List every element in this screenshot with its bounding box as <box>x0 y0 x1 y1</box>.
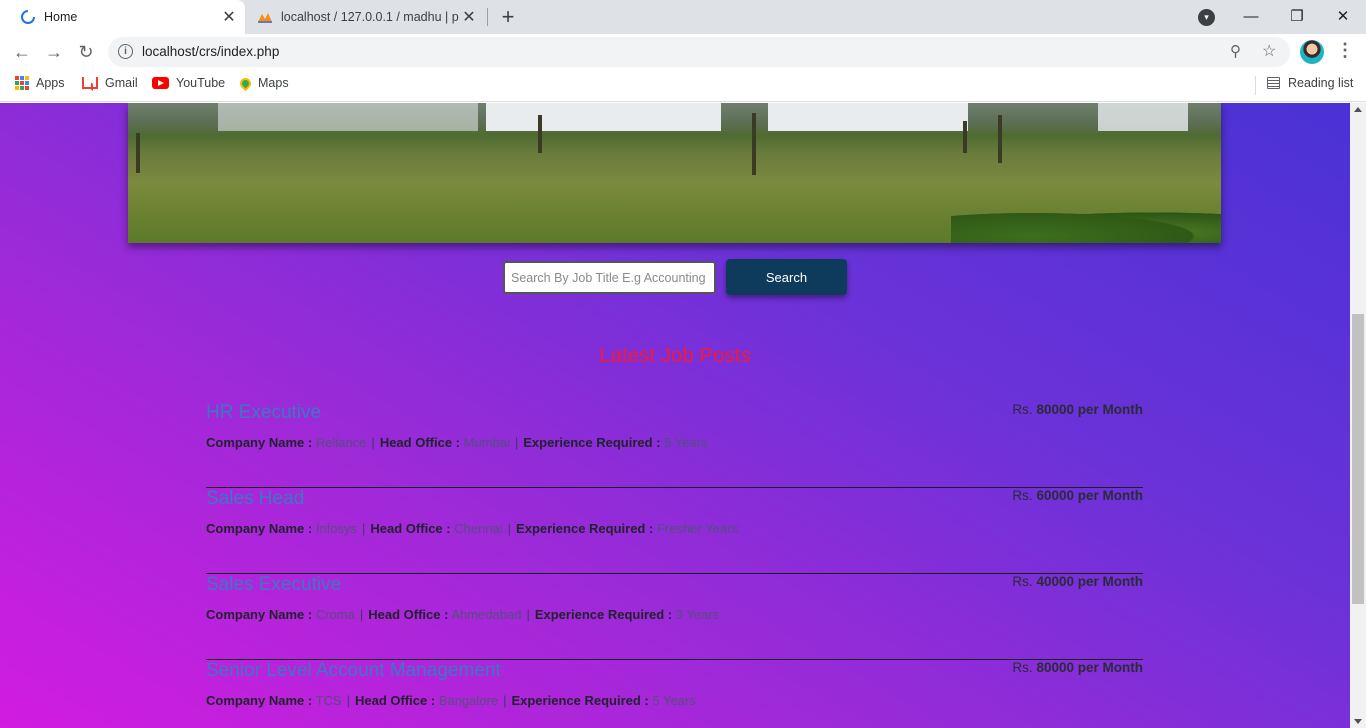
experience-required: 5 Years <box>664 435 708 450</box>
apps-grid-icon <box>15 76 29 90</box>
company-name: Infosys <box>315 521 358 536</box>
job-salary: Rs. 40000 per Month <box>1012 574 1143 589</box>
tab-search-icon[interactable]: ▾ <box>1198 9 1215 26</box>
scroll-down-icon[interactable] <box>1354 719 1362 724</box>
close-tab-icon[interactable]: ✕ <box>459 7 479 27</box>
zoom-icon[interactable]: ⚲ <box>1230 42 1241 60</box>
tab-phpmyadmin[interactable]: localhost / 127.0.0.1 / madhu | ph ✕ <box>247 0 485 34</box>
page-content: Search Latest Job Posts HR Executive Rs.… <box>0 103 1350 728</box>
banner-tree <box>752 113 756 175</box>
job-details: Company Name : Infosys | Head Office : Che… <box>206 521 738 536</box>
job-salary: Rs. 80000 per Month <box>1012 402 1143 417</box>
bookmark-star-icon[interactable]: ☆ <box>1262 41 1276 61</box>
page-scrollbar[interactable] <box>1350 103 1366 728</box>
head-office: Ahmedabad <box>451 607 522 622</box>
youtube-icon <box>152 77 169 89</box>
latest-jobs-heading: Latest Job Posts <box>599 344 751 367</box>
job-post-item: Sales Executive Rs. 40000 per Month Comp… <box>206 574 1143 660</box>
back-arrow-icon[interactable]: ← <box>8 38 36 66</box>
job-post-item: HR Executive Rs. 80000 per Month Company… <box>206 402 1143 488</box>
bookmark-label: Gmail <box>105 76 138 90</box>
job-salary: Rs. 80000 per Month <box>1012 660 1143 675</box>
job-post-item: Sales Head Rs. 60000 per Month Company N… <box>206 488 1143 574</box>
banner-building <box>486 103 721 131</box>
new-tab-button[interactable]: + <box>496 4 520 29</box>
browser-toolbar: ← → ↻ i localhost/crs/index.php ⚲ ☆ ⋮ <box>0 34 1366 69</box>
tab-title: localhost / 127.0.0.1 / madhu | ph <box>281 10 459 24</box>
bookmarks-bar: Apps Gmail YouTube Maps Reading list <box>0 69 1366 102</box>
gmail-icon <box>82 77 98 89</box>
head-office: Bangalore <box>438 693 499 708</box>
head-office: Mumbai <box>463 435 510 450</box>
banner-bushes <box>951 209 1221 243</box>
loading-favicon-icon <box>21 10 35 24</box>
site-info-icon[interactable]: i <box>118 44 133 59</box>
minimize-icon[interactable]: — <box>1228 3 1274 29</box>
experience-required: Fresher Years <box>656 521 738 536</box>
bookmark-maps[interactable]: Maps <box>237 75 289 91</box>
address-bar[interactable]: i localhost/crs/index.php ⚲ ☆ <box>108 37 1290 67</box>
scrollbar-thumb[interactable] <box>1352 314 1364 604</box>
profile-avatar[interactable] <box>1300 40 1324 64</box>
browser-menu-icon[interactable]: ⋮ <box>1336 40 1354 61</box>
banner-tree <box>136 133 140 173</box>
search-button[interactable]: Search <box>726 259 847 295</box>
company-name: Croma <box>315 607 355 622</box>
job-details: Company Name : Reliance | Head Office : Mu… <box>206 435 708 450</box>
bookmark-label: Apps <box>36 76 65 90</box>
phpmyadmin-favicon-icon <box>258 13 272 23</box>
job-search-input[interactable] <box>503 261 716 294</box>
banner-tree <box>963 121 967 153</box>
bookmark-youtube[interactable]: YouTube <box>152 76 225 90</box>
tab-title: Home <box>44 10 78 24</box>
tab-home[interactable]: Home ✕ <box>0 0 245 34</box>
tab-separator <box>487 8 488 26</box>
forward-arrow-icon[interactable]: → <box>40 38 68 66</box>
restore-icon[interactable]: ❐ <box>1274 3 1320 29</box>
banner-building <box>768 103 968 131</box>
close-tab-icon[interactable]: ✕ <box>219 7 239 27</box>
url-text[interactable]: localhost/crs/index.php <box>142 44 279 59</box>
job-title-link[interactable]: Sales Head <box>206 488 304 510</box>
company-name: TCS <box>315 693 342 708</box>
banner-building <box>218 103 478 131</box>
reading-list-icon <box>1267 77 1280 89</box>
maps-icon <box>237 75 254 91</box>
banner-tree <box>538 115 542 153</box>
job-title-link[interactable]: HR Executive <box>206 402 321 424</box>
head-office: Chennai <box>454 521 503 536</box>
job-title-link[interactable]: Sales Executive <box>206 574 341 596</box>
banner-building <box>1098 103 1188 131</box>
banner-tree <box>998 115 1002 163</box>
bookmark-apps[interactable]: Apps <box>15 76 65 90</box>
job-salary: Rs. 60000 per Month <box>1012 488 1143 503</box>
scroll-up-icon[interactable] <box>1354 107 1362 112</box>
company-name: Reliance <box>315 435 367 450</box>
tab-strip: Home ✕ localhost / 127.0.0.1 / madhu | p… <box>0 0 1366 34</box>
window-close-icon[interactable]: ✕ <box>1320 3 1366 29</box>
job-title-link[interactable]: Senior Level Account Management <box>206 660 501 682</box>
bookmark-gmail[interactable]: Gmail <box>82 76 138 90</box>
bookmarks-separator <box>1255 76 1256 95</box>
reading-list-button[interactable]: Reading list <box>1267 76 1353 90</box>
reload-icon[interactable]: ↻ <box>72 38 100 66</box>
campus-banner-image <box>128 103 1221 243</box>
job-details: Company Name : TCS | Head Office : Bangalo… <box>206 693 696 708</box>
reading-list-label: Reading list <box>1288 76 1354 90</box>
experience-required: 3 Years <box>675 607 720 622</box>
job-details: Company Name : Croma | Head Office : Ahmed… <box>206 607 720 622</box>
bookmark-label: YouTube <box>176 76 226 90</box>
bookmark-label: Maps <box>258 76 289 90</box>
job-post-item: Senior Level Account Management Rs. 8000… <box>206 660 1143 728</box>
experience-required: 5 Years <box>652 693 696 708</box>
